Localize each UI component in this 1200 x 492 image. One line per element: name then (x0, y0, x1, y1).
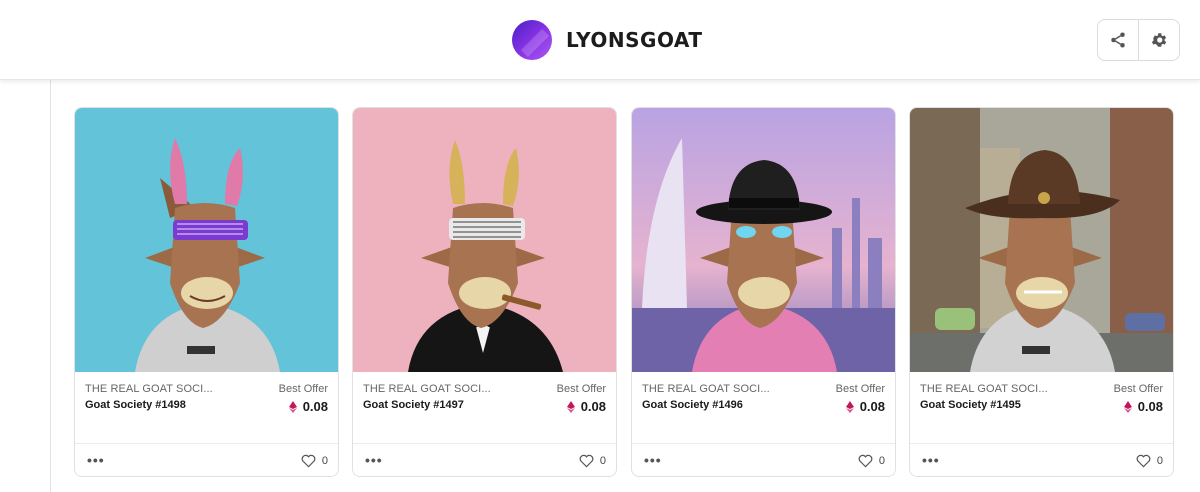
offer-label: Best Offer (556, 383, 606, 395)
like-count: 0 (321, 455, 328, 467)
more-options-button[interactable]: ••• (922, 453, 940, 467)
card-info: THE REAL GOAT SOCI... Goat Society #1496… (632, 372, 895, 444)
card-footer: ••• 0 (632, 445, 895, 476)
like-button[interactable]: 0 (858, 454, 885, 468)
card-info: THE REAL GOAT SOCI... Goat Society #1495… (910, 372, 1173, 444)
collection-name[interactable]: THE REAL GOAT SOCI... (642, 383, 770, 395)
heart-icon (579, 454, 594, 468)
left-divider (50, 80, 51, 492)
offer-label: Best Offer (1113, 383, 1163, 395)
item-name[interactable]: Goat Society #1495 (920, 399, 1021, 411)
heart-icon (301, 454, 316, 468)
share-button[interactable] (1098, 20, 1138, 60)
offer-label: Best Offer (835, 383, 885, 395)
eth-icon (845, 400, 854, 413)
price-value: 0.08 (859, 399, 885, 414)
card-footer: ••• 0 (353, 445, 616, 476)
nft-image[interactable] (910, 108, 1173, 372)
card-footer: ••• 0 (910, 445, 1173, 476)
more-options-button[interactable]: ••• (87, 453, 105, 467)
item-name[interactable]: Goat Society #1497 (363, 399, 464, 411)
like-count: 0 (878, 455, 885, 467)
price: 0.08 (1123, 399, 1163, 414)
brand-avatar[interactable] (512, 20, 552, 60)
more-options-button[interactable]: ••• (365, 453, 383, 467)
top-bar: LYONSGOAT (0, 0, 1200, 80)
collection-name[interactable]: THE REAL GOAT SOCI... (85, 383, 213, 395)
offer-label: Best Offer (278, 383, 328, 395)
collection-name[interactable]: THE REAL GOAT SOCI... (363, 383, 491, 395)
card-footer: ••• 0 (75, 445, 338, 476)
like-button[interactable]: 0 (579, 454, 606, 468)
price: 0.08 (288, 399, 328, 414)
heart-icon (858, 454, 873, 468)
eth-icon (288, 400, 297, 413)
nft-card[interactable]: THE REAL GOAT SOCI... Goat Society #1496… (631, 107, 896, 477)
action-group (1097, 19, 1180, 61)
card-info: THE REAL GOAT SOCI... Goat Society #1497… (353, 372, 616, 444)
nft-card[interactable]: THE REAL GOAT SOCI... Goat Society #1498… (74, 107, 339, 477)
nft-card[interactable]: THE REAL GOAT SOCI... Goat Society #1497… (352, 107, 617, 477)
settings-button[interactable] (1138, 20, 1179, 60)
price-value: 0.08 (580, 399, 606, 414)
item-name[interactable]: Goat Society #1498 (85, 399, 186, 411)
collection-name[interactable]: THE REAL GOAT SOCI... (920, 383, 1048, 395)
price: 0.08 (845, 399, 885, 414)
price-value: 0.08 (302, 399, 328, 414)
like-button[interactable]: 0 (1136, 454, 1163, 468)
more-options-button[interactable]: ••• (644, 453, 662, 467)
like-count: 0 (1156, 455, 1163, 467)
nft-card[interactable]: THE REAL GOAT SOCI... Goat Society #1495… (909, 107, 1174, 477)
heart-icon (1136, 454, 1151, 468)
like-count: 0 (599, 455, 606, 467)
nft-image[interactable] (632, 108, 895, 372)
nft-image[interactable] (353, 108, 616, 372)
like-button[interactable]: 0 (301, 454, 328, 468)
price-value: 0.08 (1137, 399, 1163, 414)
share-icon (1111, 32, 1125, 48)
price: 0.08 (566, 399, 606, 414)
card-info: THE REAL GOAT SOCI... Goat Society #1498… (75, 372, 338, 444)
item-name[interactable]: Goat Society #1496 (642, 399, 743, 411)
brand-title: LYONSGOAT (566, 28, 703, 52)
brand[interactable]: LYONSGOAT (512, 20, 703, 60)
gear-icon (1151, 33, 1167, 47)
eth-icon (1123, 400, 1132, 413)
eth-icon (566, 400, 575, 413)
nft-image[interactable] (75, 108, 338, 372)
